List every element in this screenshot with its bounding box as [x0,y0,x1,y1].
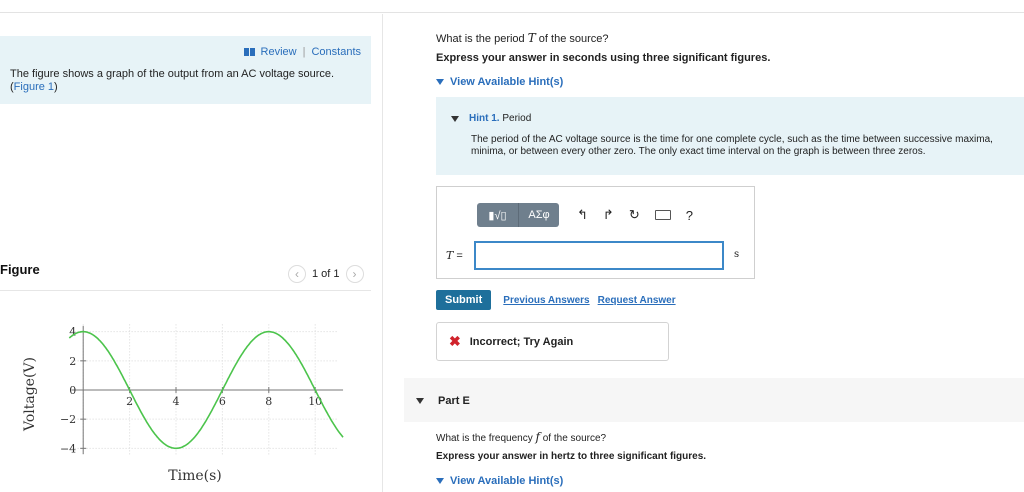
left-panel: Review | Constants The figure shows a gr… [0,0,382,492]
y-tick-label: −4 [60,442,76,455]
x-tick-label: 2 [126,395,133,408]
x-tick-label: 4 [173,395,180,408]
math-toolbar: ▮√▯ ΑΣφ ↰ ↱ ↻ ? [477,203,693,227]
greek-symbols-button[interactable]: ΑΣφ [519,203,559,227]
panel-divider [382,14,383,492]
y-tick-label: 2 [69,355,76,368]
question-text: What is the period T of the source? [436,31,609,45]
caret-down-icon [416,398,424,404]
review-icon [243,48,255,56]
review-constants-row: Review | Constants [243,46,361,58]
redo-icon[interactable]: ↱ [603,207,614,223]
part-e-view-hints-toggle[interactable]: View Available Hint(s) [436,475,563,487]
part-e-label: Part E [438,395,470,407]
constants-link[interactable]: Constants [311,46,361,58]
part-e-question-pre: What is the frequency [436,433,533,444]
keyboard-icon[interactable] [654,210,671,220]
feedback-box: ✖ Incorrect; Try Again [436,322,669,361]
question-pre: What is the period [436,33,525,45]
answer-box: ▮√▯ ΑΣφ ↰ ↱ ↻ ? T = s [436,186,755,279]
figure-link[interactable]: Figure 1 [14,81,54,93]
previous-answers-link[interactable]: Previous Answers [503,295,589,306]
caret-down-icon [436,478,444,484]
hint-box: Hint 1. Period The period of the AC volt… [436,97,1024,175]
view-hints-label[interactable]: View Available Hint(s) [450,76,563,88]
help-icon[interactable]: ? [686,208,693,223]
caret-down-icon [451,115,459,122]
figure-pager: ‹ 1 of 1 › [288,265,364,283]
incorrect-icon: ✖ [449,333,461,349]
x-axis-label: Time(s) [168,468,221,484]
y-axis-label: Voltage(V) [22,357,38,432]
hint-title[interactable]: Hint 1. Period [451,113,531,124]
part-e-question: What is the frequency f of the source? [436,430,606,444]
equals-sign: = [456,250,463,262]
figure-divider [0,290,371,291]
intro-text: The figure shows a graph of the output f… [10,68,365,94]
part-e-instruction: Express your answer in hertz to three si… [436,451,707,462]
pager-text: 1 of 1 [312,268,340,280]
answer-variable: T [446,249,454,262]
intro-sentence: The figure shows a graph of the output f… [10,68,335,93]
hint-number: Hint 1. [469,113,500,124]
undo-icon[interactable]: ↰ [577,207,588,223]
caret-down-icon [436,79,444,85]
answer-variable-label: T = [446,249,463,262]
toolbar-icons: ↰ ↱ ↻ ? [577,207,693,223]
x-tick-label: 10 [308,395,322,408]
next-figure-button[interactable]: › [345,265,364,283]
question-post: of the source? [538,33,609,45]
templates-button[interactable]: ▮√▯ [477,203,519,227]
review-link[interactable]: Review [261,46,297,58]
separator: | [302,46,306,58]
y-tick-label: −2 [60,413,76,426]
part-e-view-hints-label[interactable]: View Available Hint(s) [450,475,563,487]
submit-button[interactable]: Submit [436,290,492,310]
feedback-text: Incorrect; Try Again [469,335,574,348]
figure-title: Figure [0,262,40,277]
right-panel: What is the period T of the source? Expr… [404,0,1024,492]
hint-body: The period of the AC voltage source is t… [471,134,993,157]
voltage-time-graph: 420−2−42 4 6 8 10Time(s)Voltage(V) [22,324,344,484]
x-tick-label: 8 [265,395,272,408]
y-tick-label: 0 [69,384,76,397]
question-instruction: Express your answer in seconds using thr… [436,52,771,64]
view-hints-toggle[interactable]: View Available Hint(s) [436,76,563,88]
frequency-symbol: f [535,430,540,444]
intro-close: ) [54,81,58,93]
intro-box: Review | Constants The figure shows a gr… [0,36,371,104]
period-answer-input[interactable] [474,241,724,270]
part-e-question-post: of the source? [542,433,607,444]
part-e-header[interactable]: Part E [404,378,1024,422]
reset-icon[interactable]: ↻ [629,207,640,223]
period-symbol: T [527,31,536,45]
prev-figure-button[interactable]: ‹ [288,265,306,283]
toolbar-button-group: ▮√▯ ΑΣφ [477,203,559,227]
request-answer-link[interactable]: Request Answer [598,295,676,306]
submit-row: Submit Previous Answers Request Answer [436,290,676,310]
x-tick-label: 6 [219,395,226,408]
hint-name: Period [502,113,532,124]
answer-unit: s [734,249,740,260]
